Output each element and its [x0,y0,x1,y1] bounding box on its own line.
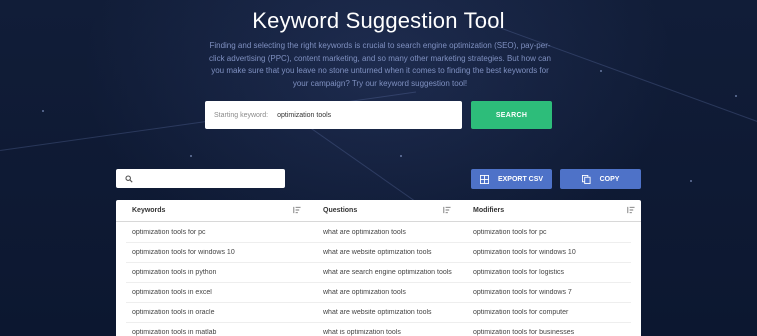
background-star [400,155,402,157]
table-cell[interactable]: optimization tools for windows 7 [457,289,641,296]
table-header: Keywords Questions Modifiers [116,200,641,222]
table-cell[interactable]: optimization tools in python [116,269,307,276]
column-header-keywords[interactable]: Keywords [116,200,307,221]
background-star [600,70,602,72]
sort-icon[interactable] [442,206,451,214]
grid-icon [479,174,489,184]
table-cell[interactable]: optimization tools for windows 10 [457,249,641,256]
background-star [42,110,44,112]
table-cell[interactable]: optimization tools for windows 10 [116,249,307,256]
table-cell[interactable]: optimization tools for pc [457,229,641,236]
background-star [190,155,192,157]
background-star [735,95,737,97]
column-header-label: Modifiers [473,207,505,214]
row-divider [126,282,631,283]
table-cell[interactable]: optimization tools for logistics [457,269,641,276]
row-divider [126,302,631,303]
table-cell[interactable]: optimization tools in matlab [116,329,307,336]
table-row: optimization tools for pc what are optim… [116,222,641,242]
copy-button[interactable]: COPY [560,169,641,189]
row-divider [126,242,631,243]
column-header-label: Questions [323,207,358,214]
row-divider [126,262,631,263]
column-header-questions[interactable]: Questions [307,200,457,221]
copy-label: COPY [599,175,620,183]
search-icon [125,174,133,183]
table-cell[interactable]: optimization tools in excel [116,289,307,296]
table-cell[interactable]: optimization tools for businesses [457,329,641,336]
search-button[interactable]: SEARCH [471,101,552,129]
results-table: Keywords Questions Modifiers optimizatio… [116,200,641,336]
table-body: optimization tools for pc what are optim… [116,222,641,336]
table-cell[interactable]: what are optimization tools [307,289,457,296]
page-title: Keyword Suggestion Tool [252,8,505,33]
table-row: optimization tools in excel what are opt… [116,282,641,302]
table-cell[interactable]: optimization tools for computer [457,309,641,316]
table-row: optimization tools in oracle what are we… [116,302,641,322]
keyword-input-value[interactable]: optimization tools [277,112,331,119]
table-cell[interactable]: optimization tools for pc [116,229,307,236]
table-cell[interactable]: what is optimization tools [307,329,457,336]
table-cell[interactable]: what are search engine optimization tool… [307,269,457,276]
table-cell[interactable]: what are optimization tools [307,229,457,236]
export-csv-label: EXPORT CSV [497,175,544,183]
sort-icon[interactable] [626,206,635,214]
table-cell[interactable]: what are website optimization tools [307,309,457,316]
table-row: optimization tools for windows 10 what a… [116,242,641,262]
page-description: Finding and selecting the right keywords… [209,41,551,88]
sort-icon[interactable] [292,206,301,214]
row-divider [126,322,631,323]
table-cell[interactable]: optimization tools in oracle [116,309,307,316]
column-header-label: Keywords [132,207,166,214]
export-csv-button[interactable]: EXPORT CSV [471,169,552,189]
background-star [690,180,692,182]
filter-input[interactable] [116,169,285,188]
table-row: optimization tools in matlab what is opt… [116,322,641,336]
keyword-input-label: Starting keyword: [214,111,269,119]
column-header-modifiers[interactable]: Modifiers [457,200,641,221]
keyword-input[interactable]: Starting keyword: optimization tools [205,101,462,129]
copy-icon [581,174,591,184]
table-cell[interactable]: what are website optimization tools [307,249,457,256]
table-row: optimization tools in python what are se… [116,262,641,282]
